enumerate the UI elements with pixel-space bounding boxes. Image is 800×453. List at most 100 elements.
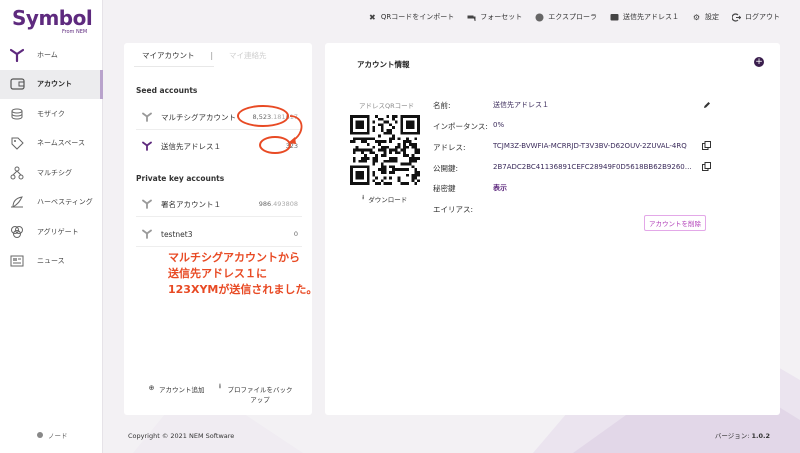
accounts-panel-footer: ⊕ アカウント追加 ⭳ プロファイルをバック アップ — [148, 382, 293, 404]
settings-button[interactable]: ⚙ 設定 — [692, 12, 719, 22]
node-label: ノード — [48, 432, 68, 440]
public-key-value: 2B7ADC2BC41136891CEFC28949F0D5618BB62B92… — [493, 163, 693, 171]
node-status-dot — [37, 432, 43, 438]
sidebar-item-label: ホーム — [37, 50, 58, 59]
sidebar-item-namespace[interactable]: ネームスペース — [0, 129, 103, 159]
balance-integer: 0 — [293, 230, 298, 238]
annotation-arrow — [288, 115, 303, 144]
sidebar-item-label: モザイク — [37, 109, 65, 118]
symbol-account-icon — [142, 229, 152, 239]
sidebar-item-harvesting[interactable]: ハーベスティング — [0, 188, 103, 218]
alias-label: エイリアス: — [433, 205, 474, 214]
account-row-signer[interactable]: 署名アカウント１ 986.493808 — [136, 191, 302, 217]
current-account-button[interactable]: 送信先アドレス１ — [610, 12, 679, 22]
faucet-icon — [467, 13, 476, 22]
wallet-icon — [610, 13, 619, 22]
download-qr-button[interactable]: ⭳ ダウンロード — [362, 193, 407, 204]
sidebar-item-home[interactable]: ホーム — [0, 40, 103, 70]
account-info-title: アカウント情報 — [357, 60, 410, 69]
show-private-key-link[interactable]: 表示 — [493, 183, 507, 193]
faucet-button[interactable]: フォーセット — [467, 12, 522, 22]
logout-button[interactable]: ログアウト — [732, 12, 780, 22]
qr-import-button[interactable]: ✖ QRコードをインポート — [368, 12, 454, 22]
brand-name: Symbol — [12, 6, 93, 30]
logout-label: ログアウト — [745, 13, 780, 21]
qr-code-label: アドレスQRコード — [359, 102, 415, 110]
news-icon — [9, 253, 25, 269]
backup-profile-label-line2: アップ — [250, 396, 270, 404]
address-value: TCJM3Z-BVWFIA-MCRRJD-T3V3BV-D62OUV-2ZUVA… — [493, 142, 687, 150]
delete-account-button[interactable]: アカウントを削除 — [644, 215, 706, 231]
private-key-accounts-title: Private key accounts — [136, 174, 225, 183]
account-name: 送信先アドレス１ — [161, 141, 221, 151]
download-icon: ⭳ — [362, 193, 365, 201]
add-account-label: アカウント追加 — [159, 386, 205, 394]
version: バージョン: 1.0.2 — [715, 430, 770, 440]
address-qr-code — [350, 115, 420, 185]
sidebar-item-aggregate[interactable]: アグリゲート — [0, 217, 103, 247]
backup-profile-label-line1: プロファイルをバック — [227, 386, 293, 394]
explorer-label: エクスプローラ — [548, 13, 597, 21]
annotation-text: マルチシグアカウントから 送信先アドレス１に 123XYMが送信されました。 — [168, 250, 317, 298]
pencil-icon[interactable] — [703, 101, 711, 109]
sidebar-item-label: アグリゲート — [37, 227, 79, 236]
explorer-icon — [535, 13, 544, 22]
add-account-button[interactable]: ⊕ アカウント追加 — [148, 384, 205, 404]
account-row-testnet3[interactable]: testnet3 0 — [136, 221, 302, 247]
qr-import-label: QRコードをインポート — [380, 13, 455, 21]
sidebar-item-label: ハーベスティング — [37, 198, 93, 207]
account-info-panel: アカウント情報 + アドレスQRコード ⭳ ダウンロード 名前: 送信先アドレス… — [325, 43, 780, 415]
name-label: 名前: — [433, 101, 451, 110]
accounts-tabs: マイアカウント | マイ連絡先 — [124, 43, 312, 67]
private-key-label: 秘密鍵 — [433, 184, 456, 193]
sidebar: Symbol From NEM ホーム アカウント モザイク ネームスペース マ… — [0, 0, 103, 453]
name-value: 送信先アドレス１ — [493, 101, 549, 109]
annotation-line-2: 送信先アドレス１に — [168, 267, 267, 280]
account-balance: 986.493808 — [259, 200, 298, 208]
sidebar-item-multisig[interactable]: マルチシグ — [0, 158, 103, 188]
faucet-label: フォーセット — [480, 13, 523, 21]
balance-integer: 986 — [258, 200, 272, 208]
add-icon: ⊕ — [148, 383, 155, 392]
account-name: マルチシグアカウント — [161, 112, 236, 122]
symbol-logo[interactable]: Symbol From NEM — [12, 6, 93, 35]
tab-my-accounts[interactable]: マイアカウント — [142, 50, 195, 61]
tab-separator: | — [210, 50, 214, 60]
namespace-icon — [9, 135, 25, 151]
seed-accounts-title: Seed accounts — [136, 86, 198, 95]
qr-import-icon: ✖ — [368, 12, 376, 22]
copy-icon[interactable] — [702, 162, 711, 171]
sidebar-item-label: マルチシグ — [37, 168, 72, 177]
importance-label: インポータンス: — [433, 122, 488, 131]
sidebar-item-account[interactable]: アカウント — [0, 69, 103, 99]
mosaic-icon — [9, 106, 25, 122]
symbol-account-icon — [142, 112, 152, 122]
copy-icon[interactable] — [702, 141, 711, 150]
plus-icon: + — [755, 56, 763, 67]
logout-icon — [732, 12, 741, 22]
accounts-panel: マイアカウント | マイ連絡先 Seed accounts マルチシグアカウント… — [124, 43, 312, 415]
download-label: ダウンロード — [368, 195, 408, 204]
annotation-line-1: マルチシグアカウントから — [168, 251, 300, 264]
add-plus-button[interactable]: + — [754, 57, 764, 67]
sidebar-item-label: ネームスペース — [37, 139, 85, 148]
gear-icon: ⚙ — [692, 12, 701, 22]
version-value: 1.0.2 — [751, 432, 770, 440]
brand-subtitle: From NEM — [62, 29, 88, 35]
symbol-account-icon — [142, 141, 152, 151]
copyright: Copyright © 2021 NEM Software — [128, 432, 235, 440]
annotation-line-3: 123XYMが送信されました。 — [168, 283, 318, 296]
importance-value: 0% — [493, 121, 505, 129]
backup-profile-label: プロファイルをバック アップ — [228, 384, 293, 404]
multisig-icon — [9, 165, 25, 181]
node-status[interactable]: ノード — [37, 430, 68, 440]
tab-my-contacts[interactable]: マイ連絡先 — [229, 50, 267, 61]
sidebar-item-news[interactable]: ニュース — [0, 247, 103, 277]
explorer-button[interactable]: エクスプローラ — [535, 12, 597, 22]
sidebar-item-mosaic[interactable]: モザイク — [0, 99, 103, 129]
sidebar-item-label: アカウント — [37, 80, 72, 89]
account-name: 署名アカウント１ — [161, 199, 221, 209]
aggregate-icon — [9, 224, 25, 240]
backup-profile-button[interactable]: ⭳ プロファイルをバック アップ — [217, 382, 293, 404]
sidebar-nav: ホーム アカウント モザイク ネームスペース マルチシグ ハーベスティング アグ… — [0, 40, 103, 276]
